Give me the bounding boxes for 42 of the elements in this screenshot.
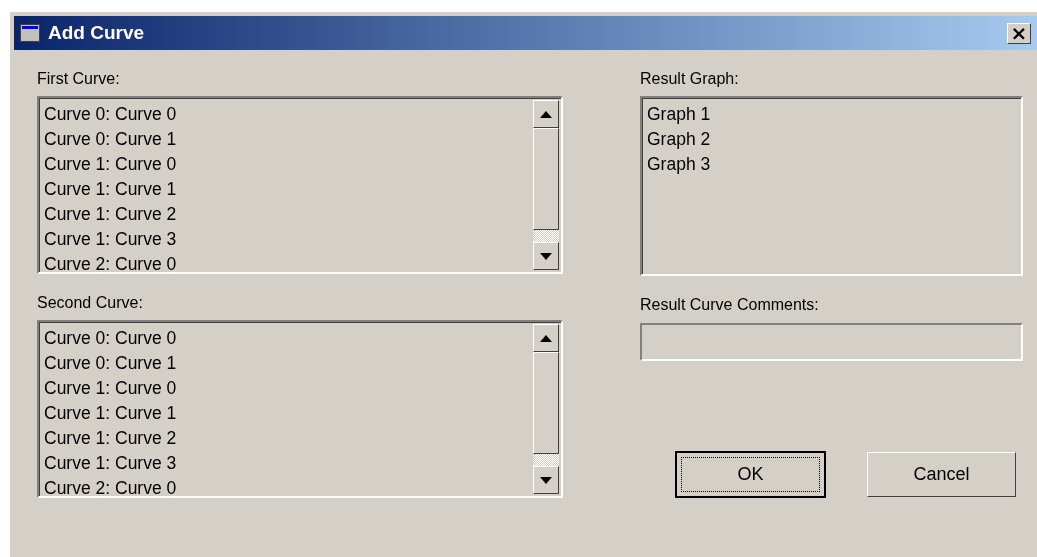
field-label: Result Curve Comments: [640,296,820,314]
list-item[interactable]: Graph 1 [647,102,1021,127]
scroll-track[interactable] [533,230,559,242]
list-item[interactable]: Curve 0: Curve 1 [44,127,533,152]
graph-list[interactable]: Graph 1 Graph 2 Graph 3 [640,96,1023,276]
down-arrow-icon [540,476,552,484]
scroll-up-button[interactable] [533,324,559,352]
list-item[interactable]: Curve 1: Curve 1 [44,401,533,426]
list-label: Second Curve: [37,294,144,312]
up-arrow-icon [540,110,552,118]
list-item[interactable]: Curve 2: Curve 0 [44,252,533,277]
list-item[interactable]: Curve 1: Curve 3 [44,227,533,252]
list-item[interactable]: Curve 2: Curve 0 [44,476,533,501]
list-item[interactable]: Curve 1: Curve 3 [44,451,533,476]
dialog-button[interactable]: Cancel [867,452,1016,497]
curve-list[interactable]: Curve 0: Curve 0 Curve 0: Curve 1 Curve 1: Curve 0 Curve 1: Curve 1 Curve 1: Curve 2 Curve 1: Curve 3 Curve 2: Curve 0 [37,320,563,498]
list-item[interactable]: Curve 1: Curve 0 [44,152,533,177]
curve-list[interactable]: Curve 0: Curve 0 Curve 0: Curve 1 Curve 1: Curve 0 Curve 1: Curve 1 Curve 1: Curve 2 Curve 1: Curve 3 Curve 2: Curve 0 [37,96,563,274]
list-item[interactable]: Graph 3 [647,152,1021,177]
list-item[interactable]: Curve 0: Curve 0 [44,326,533,351]
close-button[interactable]: × [1007,22,1031,44]
scroll-down-button[interactable] [533,242,559,270]
list-label: Result Graph: [640,70,740,88]
list-item[interactable]: Curve 1: Curve 2 [44,202,533,227]
list-item[interactable]: Curve 1: Curve 2 [44,426,533,451]
list-item[interactable]: Graph 2 [647,127,1021,152]
up-arrow-icon [540,334,552,342]
scroll-track[interactable] [533,454,559,466]
list-item[interactable]: Curve 1: Curve 1 [44,177,533,202]
down-arrow-icon [540,252,552,260]
list-item[interactable]: Curve 1: Curve 0 [44,376,533,401]
scroll-thumb[interactable] [533,128,559,230]
window-icon [20,24,40,42]
list-label: First Curve: [37,70,121,88]
scroll-up-button[interactable] [533,100,559,128]
list-item[interactable]: Curve 0: Curve 1 [44,351,533,376]
window-title: Add Curve [48,22,146,44]
dialog-button[interactable]: OK [676,452,825,497]
scroll-thumb[interactable] [533,352,559,454]
list-item[interactable]: Curve 0: Curve 0 [44,102,533,127]
comments-field[interactable] [640,323,1023,361]
scroll-down-button[interactable] [533,466,559,494]
